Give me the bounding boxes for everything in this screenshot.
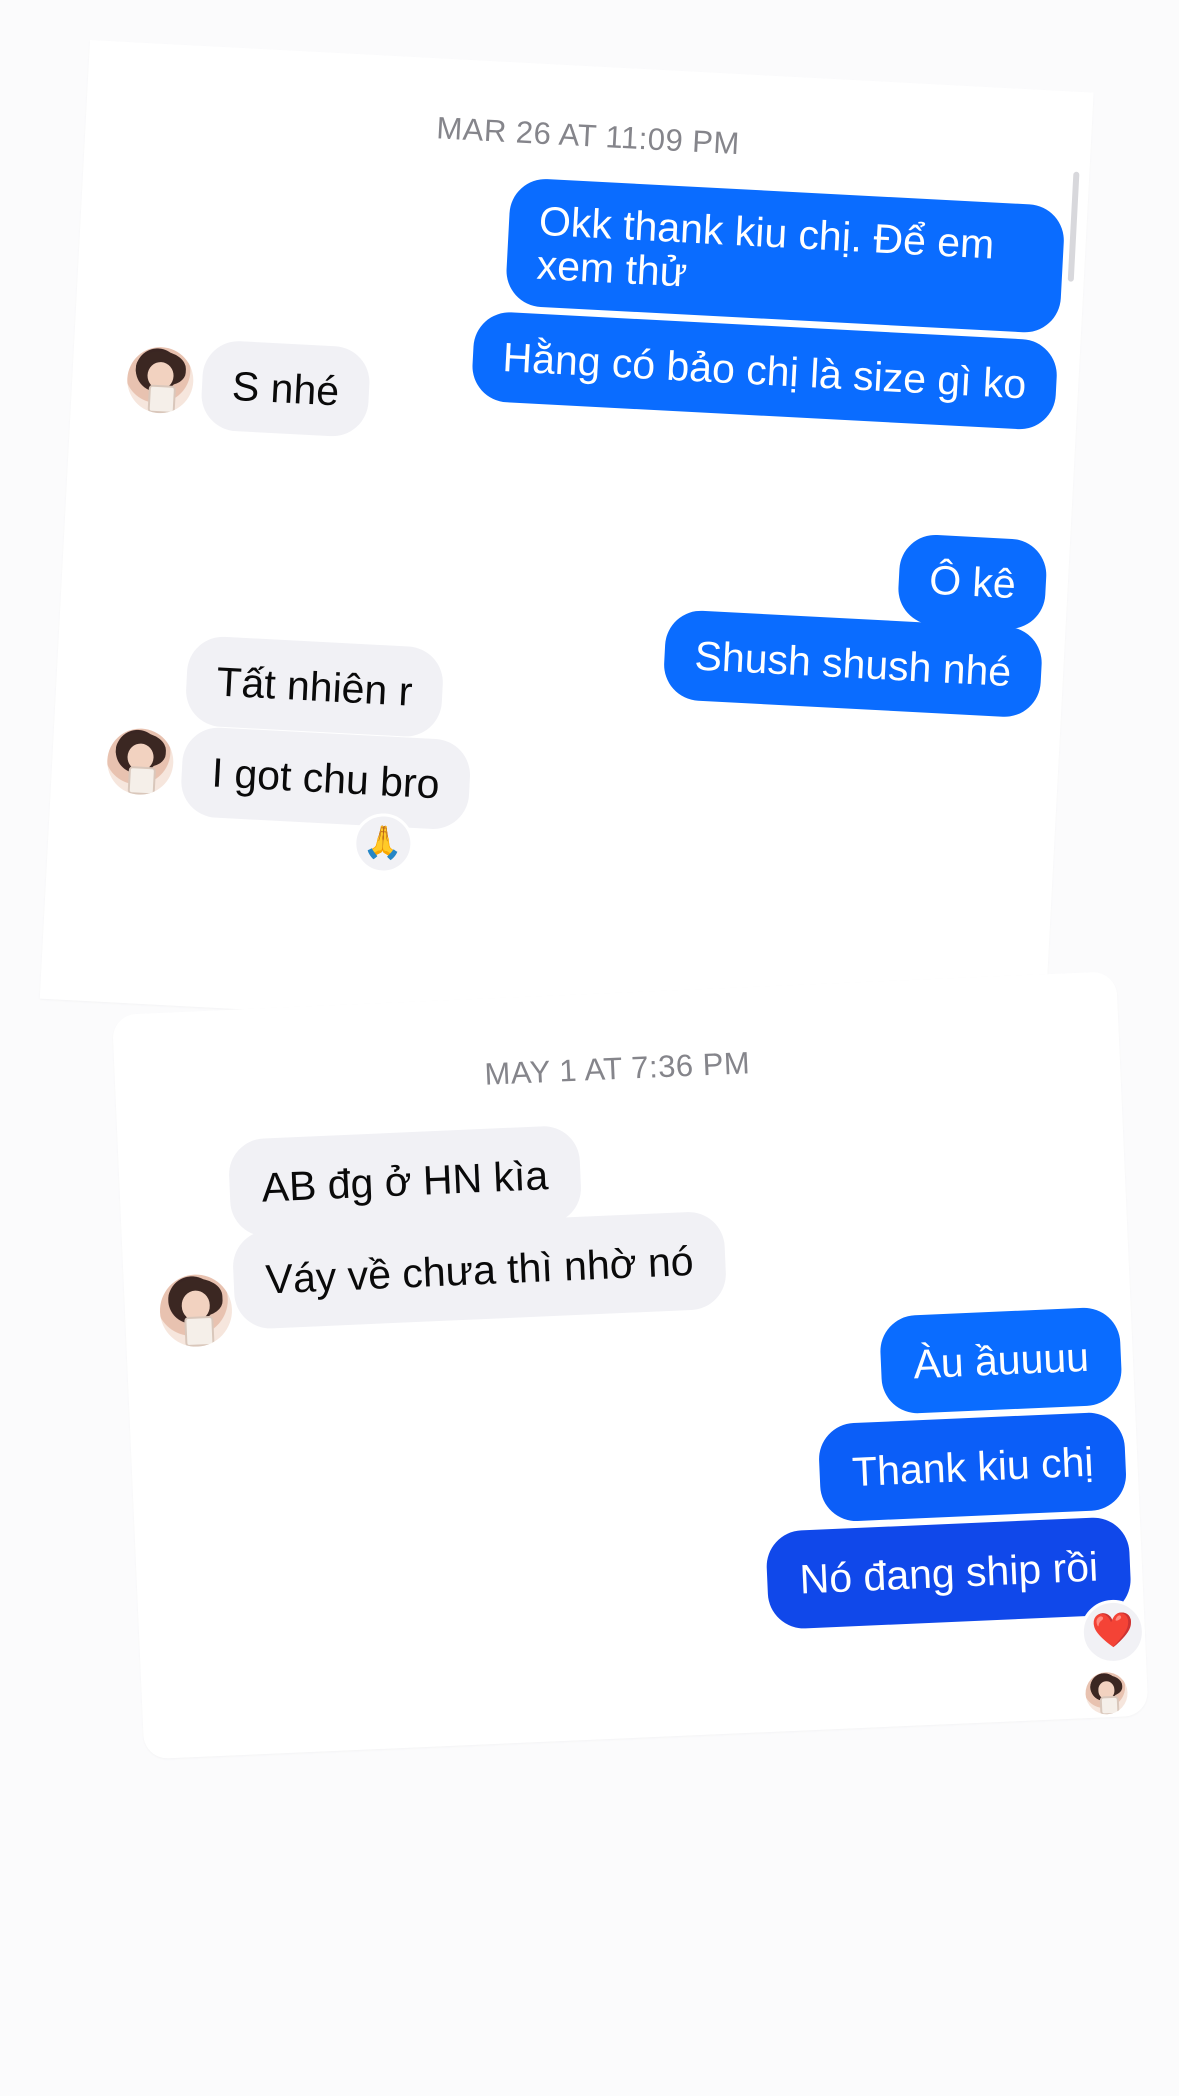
message-bubble-incoming[interactable]: I got chu bro — [179, 725, 472, 831]
message-bubble-incoming[interactable]: Váy về chưa thì nhờ nó — [231, 1210, 728, 1330]
message-text: Tất nhiên r — [215, 658, 414, 715]
message-text: Hằng có bảo chị là size gì ko — [501, 334, 1028, 408]
message-bubble-incoming[interactable]: S nhé — [199, 339, 372, 439]
avatar-phone — [184, 1315, 215, 1347]
chat-screenshot-2: MAY 1 AT 7:36 PM AB đg ở HN kìa Váy về c… — [112, 971, 1149, 1760]
scrollbar[interactable] — [1067, 171, 1080, 282]
message-text: Váy về chưa thì nhờ nó — [264, 1237, 695, 1303]
message-bubble-outgoing[interactable]: Ô kê — [896, 533, 1049, 631]
message-text: Thank kiu chị — [851, 1438, 1095, 1496]
message-text: I got chu bro — [210, 749, 441, 808]
avatar-phone — [148, 384, 176, 414]
heart-reaction-icon[interactable]: ❤️ — [1079, 1598, 1147, 1666]
message-text: Nó đang ship rồi — [798, 1543, 1099, 1603]
contact-avatar[interactable] — [158, 1273, 234, 1349]
avatar-phone — [1099, 1696, 1120, 1716]
message-text: AB đg ở HN kìa — [260, 1152, 550, 1211]
message-bubble-outgoing[interactable]: Shush shush nhé — [662, 608, 1044, 719]
read-receipt-avatar — [1084, 1671, 1129, 1716]
contact-avatar[interactable] — [125, 345, 195, 415]
message-bubble-outgoing[interactable]: Thank kiu chị — [817, 1411, 1128, 1523]
message-bubble-outgoing[interactable]: Nó đang ship rồi — [765, 1516, 1133, 1630]
avatar-phone — [128, 766, 156, 796]
message-bubble-outgoing[interactable]: Okk thank kiu chị. Để em xem thử — [504, 177, 1066, 335]
message-text: S nhé — [230, 362, 341, 415]
contact-avatar[interactable] — [105, 726, 175, 797]
message-bubble-outgoing[interactable]: Àu ầuuuu — [879, 1306, 1123, 1415]
message-text: Àu ầuuuu — [912, 1333, 1090, 1388]
message-bubble-incoming[interactable]: Tất nhiên r — [184, 634, 445, 739]
timestamp: MAR 26 AT 11:09 PM — [435, 110, 741, 162]
timestamp: MAY 1 AT 7:36 PM — [483, 1045, 751, 1092]
message-text: Ô kê — [928, 556, 1017, 608]
chat-screenshot-1: MAR 26 AT 11:09 PM Okk thank kiu chị. Để… — [39, 40, 1094, 1052]
message-text: Shush shush nhé — [693, 632, 1013, 696]
